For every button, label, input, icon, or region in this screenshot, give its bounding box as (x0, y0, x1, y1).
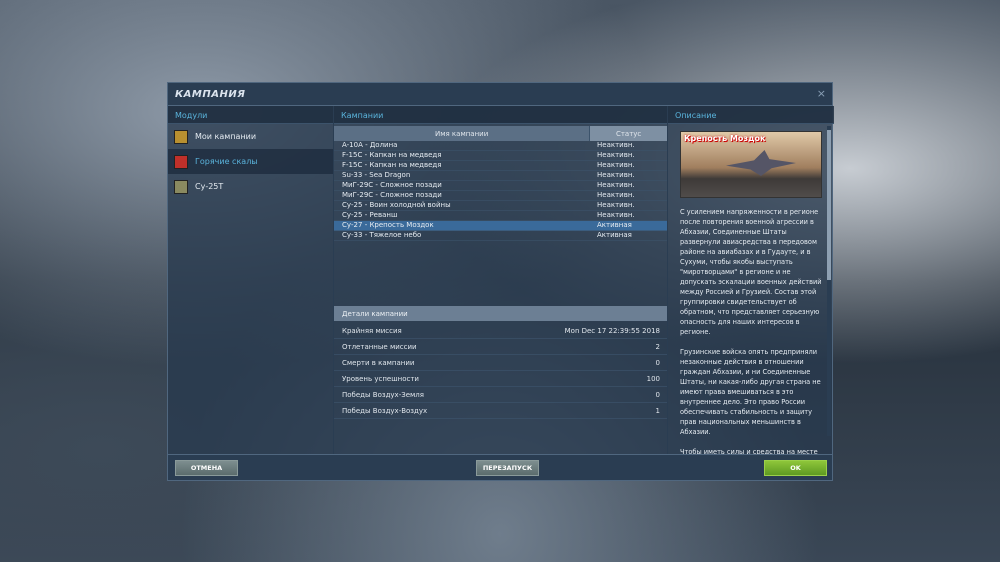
detail-row: Уровень успешности 100 (334, 371, 667, 387)
detail-row: Отлетанные миссии 2 (334, 339, 667, 355)
table-row[interactable]: Су-25 - Воин холодной войны Неактивн. (334, 201, 667, 211)
close-icon[interactable]: × (817, 87, 826, 100)
module-label: Горячие скалы (195, 157, 258, 166)
table-row[interactable]: Су-27 - Крепость Моздок Активная (334, 221, 667, 231)
description-text: С усилением напряженности в регионе посл… (668, 198, 834, 456)
campaign-status: Неактивн. (597, 171, 635, 179)
detail-value: Mon Dec 17 22:39:55 2018 (564, 326, 660, 335)
detail-value: 2 (655, 342, 660, 351)
table-row[interactable]: МиГ-29С - Сложное позади Неактивн. (334, 181, 667, 191)
campaign-name: Су-33 - Тяжелое небо (342, 231, 422, 239)
detail-row: Победы Воздух-Воздух 1 (334, 403, 667, 419)
campaign-status: Неактивн. (597, 141, 635, 149)
campaign-name: МиГ-29С - Сложное позади (342, 181, 442, 189)
campaign-name: Су-25 - Реванш (342, 211, 398, 219)
campaign-image: Крепость Моздок (680, 131, 822, 198)
scrollbar-thumb[interactable] (827, 130, 831, 280)
description-paragraph: С усилением напряженности в регионе посл… (680, 208, 822, 336)
module-icon (174, 154, 188, 169)
module-label: Мои кампании (195, 132, 257, 141)
module-item[interactable]: Мои кампании (168, 124, 333, 149)
column-name-header[interactable]: Имя кампании (334, 126, 590, 141)
detail-value: 0 (655, 358, 660, 367)
footer: ОТМЕНА ПЕРЕЗАПУСК OK (168, 454, 832, 480)
module-label: Су-25Т (195, 182, 224, 191)
campaign-name: F-15C - Капкан на медведя (342, 161, 442, 169)
table-header: Имя кампании Статус (334, 126, 667, 141)
image-caption: Крепость Моздок (684, 134, 766, 143)
detail-row: Крайняя миссия Mon Dec 17 22:39:55 2018 (334, 323, 667, 339)
detail-label: Отлетанные миссии (342, 342, 417, 351)
modules-panel: Модули Мои кампании Горячие скалы Су-25Т (168, 106, 334, 454)
campaign-list: A-10A - Долина Неактивн. F-15C - Капкан на… (334, 141, 667, 241)
detail-value: 0 (655, 390, 660, 399)
module-item[interactable]: Горячие скалы (168, 149, 333, 174)
details-list: Крайняя миссия Mon Dec 17 22:39:55 2018 От… (334, 323, 667, 419)
campaign-dialog: КАМПАНИЯ × Модули Мои кампании Горячие ск… (167, 82, 834, 481)
campaign-status: Активная (597, 231, 632, 239)
campaign-name: Su-33 - Sea Dragon (342, 171, 411, 179)
campaign-status: Неактивн. (597, 191, 635, 199)
campaign-name: МиГ-29С - Сложное позади (342, 191, 442, 199)
detail-row: Победы Воздух-Земля 0 (334, 387, 667, 403)
detail-label: Крайняя миссия (342, 326, 402, 335)
module-item[interactable]: Су-25Т (168, 174, 333, 199)
detail-value: 100 (646, 374, 660, 383)
dialog-title: КАМПАНИЯ (168, 83, 832, 106)
table-row[interactable]: МиГ-29С - Сложное позади Неактивн. (334, 191, 667, 201)
restart-button[interactable]: ПЕРЕЗАПУСК (476, 460, 539, 476)
modules-header: Модули (168, 106, 333, 124)
details-header: Детали кампании (334, 306, 667, 321)
detail-label: Уровень успешности (342, 374, 419, 383)
jet-image (726, 150, 796, 176)
module-icon (174, 129, 188, 144)
table-row[interactable]: A-10A - Долина Неактивн. (334, 141, 667, 151)
table-row[interactable]: F-15C - Капкан на медведя Неактивн. (334, 151, 667, 161)
campaign-name: F-15C - Капкан на медведя (342, 151, 442, 159)
detail-label: Победы Воздух-Земля (342, 390, 424, 399)
table-row[interactable]: Su-33 - Sea Dragon Неактивн. (334, 171, 667, 181)
campaign-status: Активная (597, 221, 632, 229)
detail-label: Победы Воздух-Воздух (342, 406, 428, 415)
campaign-name: A-10A - Долина (342, 141, 398, 149)
column-status-header[interactable]: Статус (589, 126, 667, 141)
campaign-status: Неактивн. (597, 201, 635, 209)
campaign-status: Неактивн. (597, 211, 635, 219)
description-paragraph: Грузинские войска опять предприняли неза… (680, 348, 821, 436)
campaign-status: Неактивн. (597, 161, 635, 169)
description-header: Описание (668, 106, 834, 124)
module-icon (174, 179, 188, 194)
campaign-status: Неактивн. (597, 181, 635, 189)
campaigns-header: Кампании (334, 106, 667, 124)
campaign-status: Неактивн. (597, 151, 635, 159)
ok-button[interactable]: OK (764, 460, 827, 476)
table-row[interactable]: Су-25 - Реванш Неактивн. (334, 211, 667, 221)
table-row[interactable]: F-15C - Капкан на медведя Неактивн. (334, 161, 667, 171)
campaigns-panel: Кампании Имя кампании Статус A-10A - Дол… (334, 106, 668, 454)
description-scrollbar[interactable] (827, 126, 831, 436)
description-panel: Описание Крепость Моздок С усилением нап… (668, 106, 834, 456)
cancel-button[interactable]: ОТМЕНА (175, 460, 238, 476)
campaign-name: Су-25 - Воин холодной войны (342, 201, 451, 209)
detail-row: Смерти в кампании 0 (334, 355, 667, 371)
campaign-name: Су-27 - Крепость Моздок (342, 221, 434, 229)
detail-value: 1 (655, 406, 660, 415)
detail-label: Смерти в кампании (342, 358, 415, 367)
table-row[interactable]: Су-33 - Тяжелое небо Активная (334, 231, 667, 241)
